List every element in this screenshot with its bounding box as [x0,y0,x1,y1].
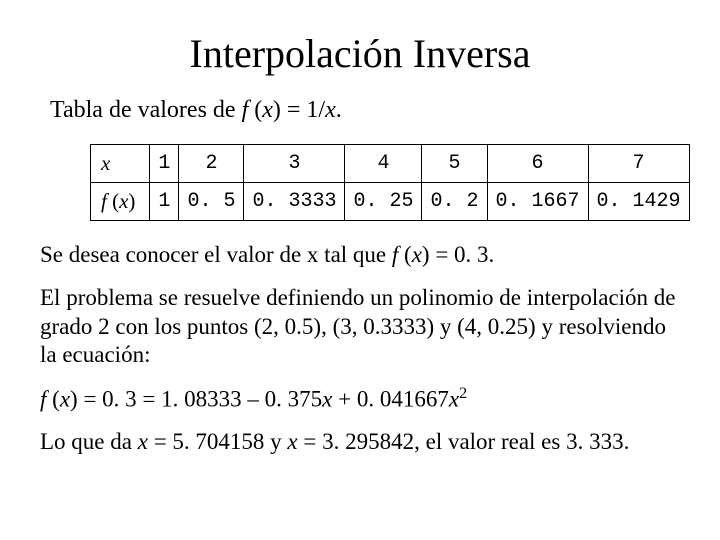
equation: f (x) = 0. 3 = 1. 08333 – 0. 375x + 0. 0… [40,384,680,414]
paragraph-2: El problema se resuelve definiendo un po… [40,284,680,370]
table-caption: Tabla de valores de f (x) = 1/x. [50,97,680,124]
row-header-fx: f (x) [91,183,150,221]
table-cell: 0. 3333 [244,183,345,221]
row-header-x: x [91,145,150,183]
caption-text: Tabla de valores de [50,97,242,123]
table-cell: 0. 1429 [588,183,689,221]
caption-mid: ) = 1/ [273,97,325,123]
p4-c: = 3. 295842, el valor real es 3. 333. [298,429,630,454]
p1-close: ) = 0. 3. [422,242,494,267]
table-cell: 4 [345,145,422,183]
x-label: x [101,151,110,175]
table-cell: 3 [244,145,345,183]
table-cell: 0. 5 [179,183,244,221]
table-cell: 0. 25 [345,183,422,221]
eq-x3: x [449,387,459,412]
fx-f: f [101,189,112,213]
eq-plus: + 0. 041667 [332,387,448,412]
caption-dot: . [336,97,342,123]
slide: Interpolación Inversa Tabla de valores d… [0,0,720,540]
table-cell: 7 [588,145,689,183]
eq-squared: 2 [459,385,467,402]
p4-a: Lo que da [40,429,138,454]
paragraph-1: Se desea conocer el valor de x tal que f… [40,241,680,270]
p1-open: ( [404,242,412,267]
table-row: x 1 2 3 4 5 6 7 [91,145,690,183]
p1-x: x [412,242,422,267]
table-cell: 5 [422,145,487,183]
eq-mid: ) = 0. 3 = 1. 08333 – 0. 375 [70,387,322,412]
table-cell: 0. 2 [422,183,487,221]
caption-x: x [262,97,273,123]
table-cell: 6 [487,145,588,183]
p4-x2: x [287,429,297,454]
eq-open: ( [52,387,60,412]
table-cell: 0. 1667 [487,183,588,221]
table-cell: 2 [179,145,244,183]
table-cell: 1 [150,183,179,221]
p4-x1: x [138,429,148,454]
table-row: f (x) 1 0. 5 0. 3333 0. 25 0. 2 0. 1667 … [91,183,690,221]
fx-close: ) [128,189,135,213]
caption-x2: x [325,97,336,123]
page-title: Interpolación Inversa [40,30,680,77]
eq-f: f [40,387,52,412]
p1-f: f [392,242,404,267]
paragraph-4: Lo que da x = 5. 704158 y x = 3. 295842,… [40,428,680,457]
p4-b: = 5. 704158 y [148,429,287,454]
eq-x2: x [322,387,332,412]
values-table: x 1 2 3 4 5 6 7 f (x) 1 0. 5 0. 3333 0. … [90,144,690,221]
table-cell: 1 [150,145,179,183]
p1-text: Se desea conocer el valor de x tal que [40,242,392,267]
caption-fn: f [242,97,255,123]
eq-x: x [60,387,70,412]
